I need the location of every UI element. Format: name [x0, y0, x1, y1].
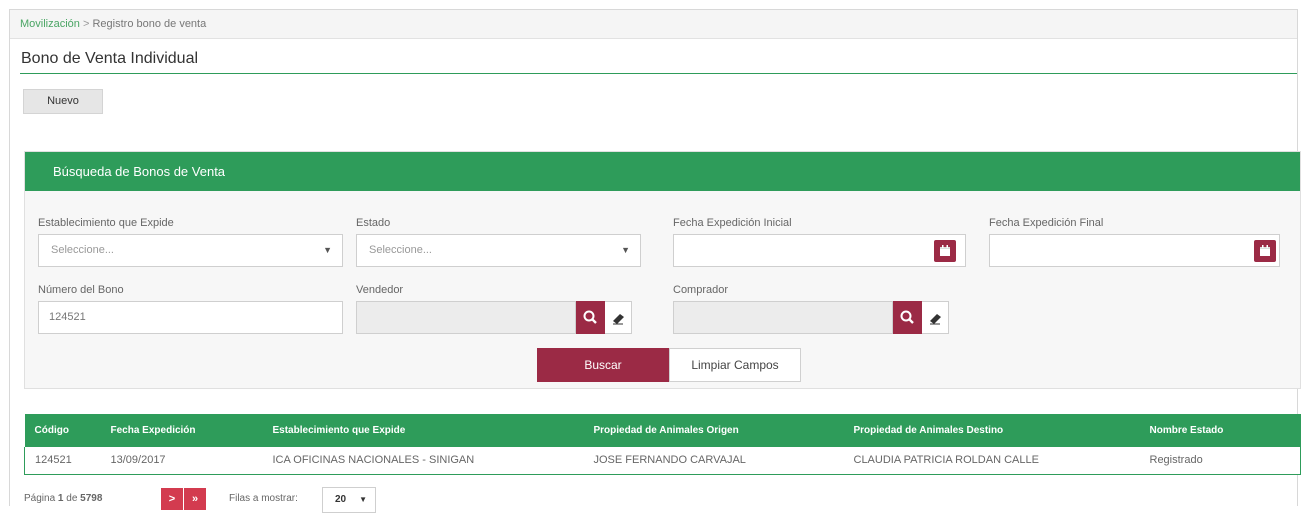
vendedor-label: Vendedor: [356, 284, 404, 296]
calendar-inicial-button[interactable]: [934, 240, 956, 262]
chevron-down-icon: ▼: [621, 245, 630, 255]
column-header[interactable]: Propiedad de Animales Destino: [843, 414, 1140, 447]
eraser-icon: [930, 314, 941, 325]
establecimiento-select-value: Seleccione...: [51, 244, 114, 256]
vendedor-input[interactable]: [356, 301, 576, 334]
calendar-final-button[interactable]: [1254, 240, 1276, 262]
breadcrumb: Movilización > Registro bono de venta: [10, 10, 1297, 39]
table-cell: JOSE FERNANDO CARVAJAL: [583, 447, 844, 475]
vendedor-search-button[interactable]: [576, 301, 605, 334]
table-cell: CLAUDIA PATRICIA ROLDAN CALLE: [843, 447, 1140, 475]
numero-bono-label: Número del Bono: [38, 284, 124, 296]
search-panel: Búsqueda de Bonos de Venta Establecimien…: [24, 151, 1301, 389]
comprador-input[interactable]: [673, 301, 893, 334]
numero-bono-value: 124521: [49, 311, 86, 323]
comprador-search-button[interactable]: [893, 301, 922, 334]
app-frame: Movilización > Registro bono de venta Bo…: [9, 9, 1301, 513]
table-cell: 13/09/2017: [100, 447, 263, 475]
eraser-icon: [613, 314, 624, 325]
table-header-row: Código Fecha Expedición Establecimiento …: [24, 414, 1301, 447]
table-cell: 124521: [24, 447, 101, 475]
breadcrumb-current: Registro bono de venta: [92, 18, 207, 30]
rows-label: Filas a mostrar:: [229, 493, 298, 504]
establecimiento-select[interactable]: Seleccione... ▼: [38, 234, 343, 267]
rows-per-page-value: 20: [335, 494, 347, 505]
results-table: Código Fecha Expedición Establecimiento …: [24, 414, 1301, 475]
comprador-clear-button[interactable]: [922, 301, 949, 334]
page-title: Bono de Venta Individual: [21, 50, 199, 67]
current-page: 1: [57, 493, 64, 504]
rows-per-page-select[interactable]: 20 ▼: [322, 487, 376, 513]
search-icon: [900, 310, 914, 324]
clear-fields-button[interactable]: Limpiar Campos: [669, 348, 801, 382]
table-cell: Registrado: [1139, 447, 1301, 475]
estado-select[interactable]: Seleccione... ▼: [356, 234, 641, 267]
chevron-down-icon: ▼: [359, 495, 367, 504]
total-pages: 5798: [80, 493, 103, 504]
page-of: de: [66, 493, 78, 504]
next-page-button[interactable]: >: [161, 488, 183, 510]
search-icon: [583, 310, 597, 324]
table-cell: ICA OFICINAS NACIONALES - SINIGAN: [262, 447, 584, 475]
fecha-inicial-input[interactable]: [673, 234, 966, 267]
column-header[interactable]: Nombre Estado: [1139, 414, 1301, 447]
breadcrumb-separator: >: [82, 18, 90, 30]
comprador-label: Comprador: [673, 284, 729, 296]
search-panel-title: Búsqueda de Bonos de Venta: [25, 152, 1300, 191]
last-page-button[interactable]: »: [184, 488, 206, 510]
calendar-icon: [940, 245, 950, 256]
column-header[interactable]: Fecha Expedición: [100, 414, 263, 447]
fecha-final-label: Fecha Expedición Final: [989, 217, 1104, 229]
fecha-inicial-label: Fecha Expedición Inicial: [673, 217, 792, 229]
page-prefix: Página: [24, 493, 56, 504]
title-divider: [20, 73, 1297, 74]
numero-bono-input[interactable]: 124521: [38, 301, 343, 334]
fecha-final-input[interactable]: [989, 234, 1280, 267]
estado-label: Estado: [356, 217, 391, 229]
calendar-icon: [1260, 245, 1270, 256]
establecimiento-label: Establecimiento que Expide: [38, 217, 174, 229]
column-header[interactable]: Propiedad de Animales Origen: [583, 414, 844, 447]
column-header[interactable]: Establecimiento que Expide: [262, 414, 584, 447]
column-header[interactable]: Código: [24, 414, 101, 447]
breadcrumb-parent-link[interactable]: Movilización: [20, 18, 80, 30]
estado-select-value: Seleccione...: [369, 244, 432, 256]
new-button[interactable]: Nuevo: [23, 89, 103, 114]
pagination-info: Página 1 de 5798: [24, 493, 102, 504]
vendedor-clear-button[interactable]: [605, 301, 632, 334]
chevron-down-icon: ▼: [323, 245, 332, 255]
search-button[interactable]: Buscar: [537, 348, 669, 382]
table-row[interactable]: 124521 13/09/2017 ICA OFICINAS NACIONALE…: [24, 447, 1301, 475]
